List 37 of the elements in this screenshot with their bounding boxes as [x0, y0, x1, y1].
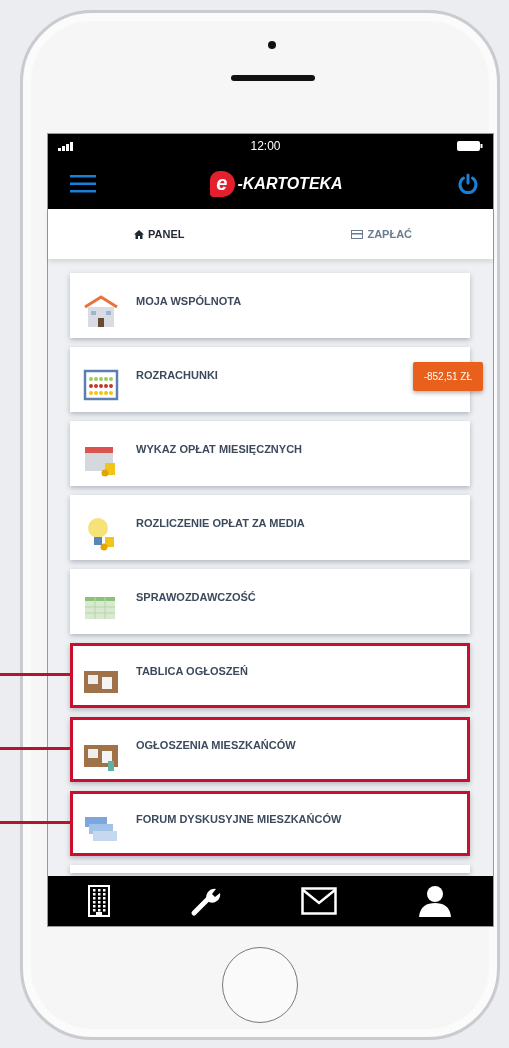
- menu-label: TABLICA OGŁOSZEŃ: [136, 665, 248, 677]
- menu-label: ROZLICZENIE OPŁAT ZA MEDIA: [136, 517, 305, 529]
- menu-card[interactable]: SPRAWOZDAWCZOŚĆ: [70, 569, 470, 634]
- menu-label: FORUM DYSKUSYJNE MIESZKAŃCÓW: [136, 813, 342, 825]
- building-icon[interactable]: [87, 885, 110, 917]
- power-button[interactable]: [457, 172, 479, 195]
- menu-label: SPRAWOZDAWCZOŚĆ: [136, 591, 256, 603]
- menu-card[interactable]: OGŁOSZENIA MIESZKAŃCÓW: [70, 717, 470, 782]
- leader-line: [0, 747, 70, 750]
- mail-icon[interactable]: [301, 887, 338, 915]
- abacus-icon: [83, 367, 119, 403]
- menu-card[interactable]: ROZLICZENIE OPŁAT ZA MEDIA: [70, 495, 470, 560]
- user-icon[interactable]: [417, 885, 454, 917]
- tab[interactable]: PANEL: [48, 209, 271, 259]
- camera-icon: [268, 41, 276, 49]
- menu-button[interactable]: [70, 174, 96, 193]
- leader-line: [0, 673, 70, 676]
- leader-line: [0, 821, 70, 824]
- home-icon: [134, 229, 144, 239]
- balance-badge: -852,51 ZŁ: [412, 362, 483, 391]
- menu-card[interactable]: MOJA WSPÓLNOTA: [70, 273, 470, 338]
- menu-label: WYKAZ OPŁAT MIESIĘCZNYCH: [136, 443, 302, 455]
- menu-card[interactable]: WYKAZ OPŁAT MIESIĘCZNYCH: [70, 421, 470, 486]
- speaker-icon: [231, 75, 315, 81]
- menu-card[interactable]: FORUM DYSKUSYJNE MIESZKAŃCÓW: [70, 791, 470, 856]
- tab[interactable]: ZAPŁAĆ: [270, 209, 493, 259]
- credit-card-icon: [351, 229, 364, 239]
- logo-text: -KARTOTEKA: [237, 174, 343, 193]
- signal-icon: [58, 141, 74, 151]
- menu-label: MOJA WSPÓLNOTA: [136, 295, 242, 307]
- status-time: 12:00: [250, 139, 281, 153]
- battery-icon: [457, 141, 483, 151]
- logo-badge: e: [210, 170, 236, 197]
- menu-label: OGŁOSZENIA MIESZKAŃCÓW: [136, 739, 296, 751]
- menu-card[interactable]: TABLICA OGŁOSZEŃ: [70, 643, 470, 708]
- house-icon: [83, 293, 119, 329]
- menu-label: ROZRACHUNKI: [136, 369, 218, 381]
